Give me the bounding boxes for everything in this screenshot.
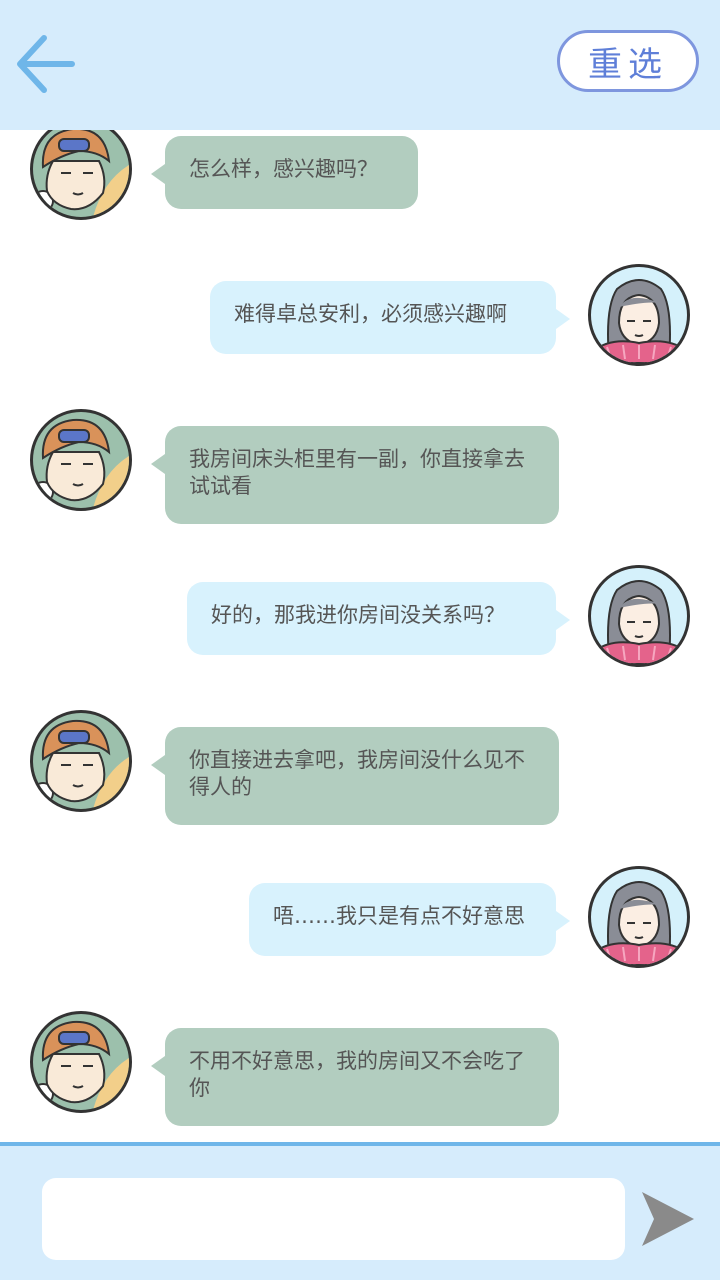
arrow-left-icon (17, 35, 75, 93)
back-button[interactable] (10, 30, 82, 98)
boy-avatar[interactable] (30, 409, 132, 511)
message-bubble: 好的，那我进你房间没关系吗？ (187, 582, 570, 655)
girl-avatar[interactable] (588, 866, 690, 968)
girl-avatar[interactable] (588, 565, 690, 667)
boy-avatar[interactable] (30, 710, 132, 812)
reselect-button[interactable]: 重选 (557, 30, 699, 92)
message-bubble: 我房间床头柜里有一副，你直接拿去试试看 (151, 426, 559, 524)
send-button[interactable] (640, 1188, 696, 1250)
chat-list[interactable]: 怎么样，感兴趣吗？ 难得卓总安利，必须感兴趣啊 我房间床头柜里有一副，你直接拿去… (0, 130, 720, 1142)
message-bubble: 你直接进去拿吧，我房间没什么见不得人的 (151, 727, 559, 825)
send-icon (642, 1192, 694, 1246)
message-bubble: 怎么样，感兴趣吗？ (151, 136, 418, 209)
message-bubble: 唔……我只是有点不好意思 (249, 883, 570, 956)
message-bubble: 难得卓总安利，必须感兴趣啊 (210, 281, 570, 354)
girl-avatar[interactable] (588, 264, 690, 366)
boy-avatar[interactable] (30, 130, 132, 220)
message-input[interactable] (42, 1178, 625, 1260)
boy-avatar[interactable] (30, 1011, 132, 1113)
message-bubble: 不用不好意思，我的房间又不会吃了你 (151, 1028, 559, 1126)
top-bar: 重选 (0, 0, 720, 130)
composer-bar (0, 1142, 720, 1280)
